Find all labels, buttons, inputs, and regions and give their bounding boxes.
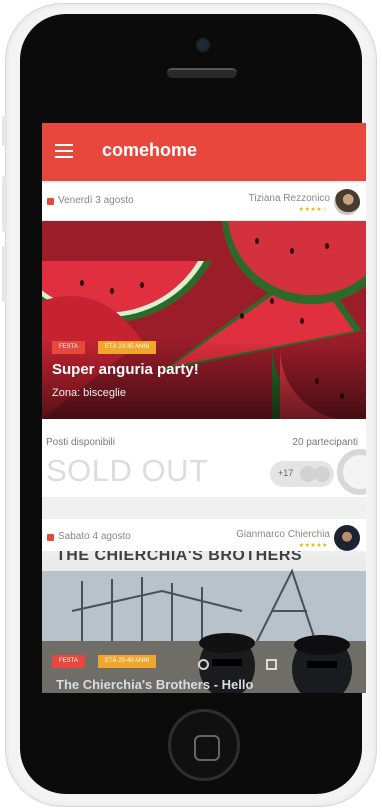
volume-up-button [2, 176, 7, 232]
host-avatar[interactable] [334, 189, 360, 215]
host-name[interactable]: Tiziana Rezzonico [249, 193, 330, 204]
sold-out-status: SOLD OUT [46, 453, 209, 488]
participant-avatar [314, 466, 330, 482]
event-name[interactable]: The Chierchia's Brothers - Hello [56, 677, 253, 692]
mute-switch [2, 116, 7, 146]
event-zone: Zona: bisceglie [52, 387, 126, 399]
host-avatar[interactable] [334, 525, 360, 551]
softkey-home-icon[interactable] [198, 659, 209, 670]
app-title: comehome [102, 140, 198, 160]
event-image[interactable]: THE CHIERCHIA'S BROTHERS FESTA ETÀ 25-40… [42, 551, 366, 693]
event-image[interactable]: FESTA ETÀ 23-35 ANNI Super anguria party… [42, 221, 366, 419]
participants-avatars[interactable]: +17 [270, 461, 334, 487]
host-name[interactable]: Gianmarco Chierchia [236, 529, 330, 540]
age-range-tag: ETÀ 23-35 ANNI [98, 341, 157, 354]
participants-count: 20 partecipanti [292, 437, 358, 448]
app-bar: comehome [42, 123, 366, 181]
calendar-icon [47, 198, 54, 205]
image-shade [42, 339, 366, 419]
event-date: Sabato 4 agosto [58, 531, 131, 542]
age-range-tag: ETÀ 25-40 ANNI [98, 655, 157, 668]
availability-label: Posti disponibili [46, 437, 115, 448]
band-photo [42, 568, 366, 693]
host-rating-stars: ★★★★★ [298, 543, 328, 549]
calendar-icon [47, 534, 54, 541]
home-button[interactable] [168, 709, 240, 781]
event-card-header[interactable]: Venerdì 3 agosto Tiziana Rezzonico ★★★★☆ [42, 183, 366, 221]
host-rating-stars: ★★★★☆ [298, 207, 328, 213]
earpiece-speaker [167, 68, 237, 78]
home-square-icon [194, 735, 220, 761]
app-screen: comehome Venerdì 3 agosto Tiziana Rezzon… [42, 123, 366, 693]
event-name[interactable]: Super anguria party! [52, 361, 199, 378]
hamburger-menu-icon[interactable] [55, 144, 73, 158]
event-type-tag: FESTA [52, 341, 85, 354]
poster-title: THE CHIERCHIA'S BROTHERS [56, 551, 303, 564]
extra-participants-count: +17 [278, 468, 294, 478]
scroll-handle[interactable] [337, 449, 366, 495]
softkey-recent-icon[interactable] [266, 659, 277, 670]
availability-panel: Posti disponibili 20 partecipanti SOLD O… [42, 419, 366, 497]
event-type-tag: FESTA [52, 655, 85, 668]
volume-down-button [2, 246, 7, 302]
front-camera [198, 40, 208, 50]
event-date: Venerdì 3 agosto [58, 195, 134, 206]
